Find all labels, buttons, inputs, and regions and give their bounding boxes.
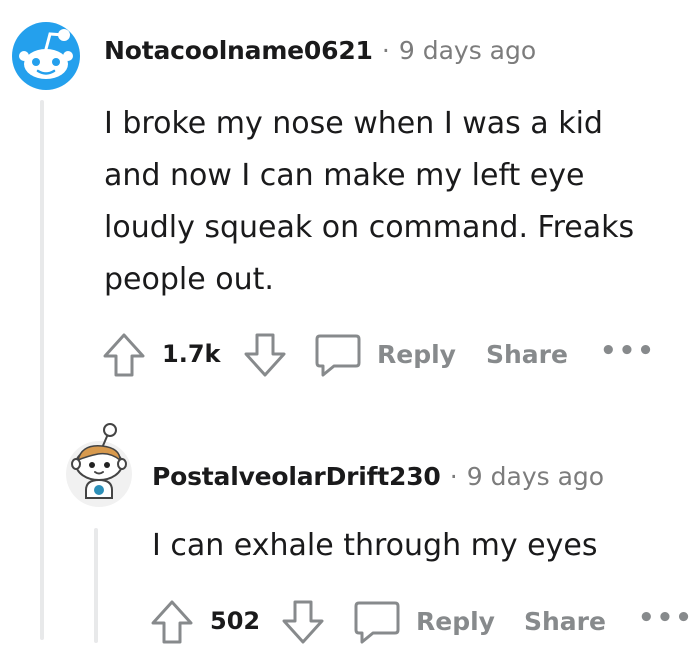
reply-button[interactable]: Reply — [377, 340, 456, 369]
meta-separator: · — [449, 462, 458, 491]
reply-bubble-icon[interactable] — [353, 600, 401, 646]
comment-line: loudly squeak on command. Freaks — [104, 210, 635, 245]
comment-header: Notacoolname0621 · 9 days ago — [104, 36, 536, 65]
comment-line: and now I can make my left eye — [104, 158, 585, 193]
meta-separator: · — [381, 36, 390, 65]
vote-score: 502 — [210, 607, 261, 635]
more-options-icon[interactable]: ••• — [600, 336, 656, 366]
user-avatar[interactable] — [10, 20, 82, 92]
user-avatar[interactable] — [62, 418, 136, 508]
username[interactable]: PostalveolarDrift230 — [152, 462, 441, 491]
reply-bubble-icon[interactable] — [314, 333, 362, 379]
comment-body: I broke my nose when I was a kid and now… — [104, 98, 634, 306]
comment-header: PostalveolarDrift230 · 9 days ago — [152, 462, 604, 491]
comment-body: I can exhale through my eyes — [152, 528, 598, 563]
vote-score: 1.7k — [162, 340, 221, 368]
username[interactable]: Notacoolname0621 — [104, 36, 373, 65]
comment-line: I broke my nose when I was a kid — [104, 106, 603, 141]
upvote-icon[interactable] — [150, 599, 194, 645]
share-button[interactable]: Share — [524, 607, 606, 636]
share-button[interactable]: Share — [486, 340, 568, 369]
reply-button[interactable]: Reply — [416, 607, 495, 636]
more-options-icon[interactable]: ••• — [638, 603, 694, 633]
timestamp[interactable]: 9 days ago — [399, 36, 536, 65]
upvote-icon[interactable] — [102, 332, 146, 378]
downvote-icon[interactable] — [281, 599, 325, 645]
downvote-icon[interactable] — [243, 332, 287, 378]
thread-line[interactable] — [94, 528, 98, 643]
thread-line[interactable] — [40, 100, 44, 640]
comment-line: people out. — [104, 262, 274, 297]
timestamp[interactable]: 9 days ago — [467, 462, 604, 491]
